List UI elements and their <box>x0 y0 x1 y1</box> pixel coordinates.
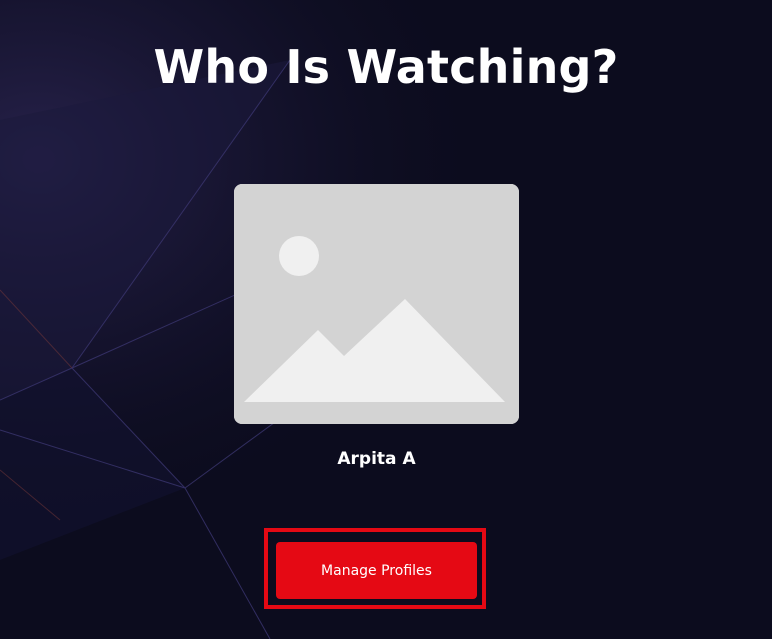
image-placeholder-icon <box>234 184 519 424</box>
profile-name[interactable]: Arpita A <box>234 449 519 469</box>
page-title: Who Is Watching? <box>153 40 619 94</box>
profile-card[interactable] <box>234 184 519 424</box>
manage-profiles-button[interactable]: Manage Profiles <box>276 542 477 599</box>
